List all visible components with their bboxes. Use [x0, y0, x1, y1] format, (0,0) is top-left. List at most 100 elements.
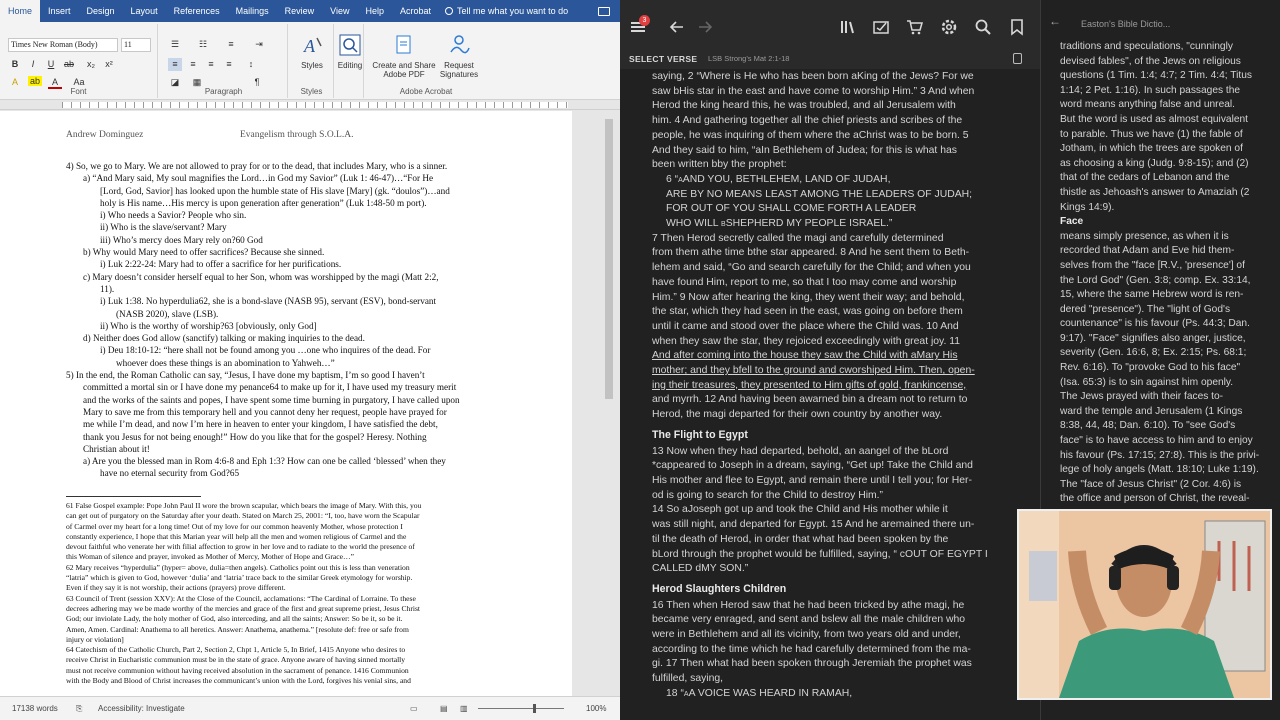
- bible-text[interactable]: saying, 2 “Where is He who has been born…: [652, 70, 1010, 702]
- bookmark-icon[interactable]: [1008, 18, 1026, 36]
- subscript-button[interactable]: x₂: [84, 58, 98, 71]
- italic-button[interactable]: I: [26, 58, 40, 71]
- tab-acrobat[interactable]: Acrobat: [392, 0, 439, 22]
- forward-arrow-icon[interactable]: [696, 18, 714, 36]
- verse-line: was still night, and departed for Egypt.…: [652, 519, 975, 531]
- styles-button[interactable]: A Styles: [296, 34, 328, 70]
- tab-references[interactable]: References: [166, 0, 228, 22]
- dict-line: his favour (Ps. 17:15; 27:8). This is th…: [1060, 449, 1260, 461]
- dict-entry-heading: Face: [1060, 216, 1084, 228]
- bible-toolbar: 3: [620, 0, 1040, 55]
- verse-line: when they saw the star, they rejoiced ex…: [652, 335, 961, 347]
- accessibility-status[interactable]: Accessibility: Investigate: [98, 704, 185, 713]
- web-layout-icon[interactable]: ▥: [460, 704, 468, 713]
- verse-line: and myrrh. 12 And having been awarned bi…: [652, 394, 968, 406]
- svg-text:A: A: [303, 36, 316, 56]
- dict-line: The Jews prayed with their faces to-: [1060, 391, 1224, 403]
- tab-review[interactable]: Review: [277, 0, 323, 22]
- line-spacing-icon[interactable]: ↕: [244, 58, 258, 71]
- lock-icon[interactable]: [1013, 53, 1022, 64]
- bullets-icon[interactable]: ☰: [168, 38, 182, 51]
- verse-line: bLord through the prophet would be fulfi…: [652, 548, 988, 560]
- tell-me-box[interactable]: Tell me what you want to do: [445, 6, 568, 16]
- zoom-level[interactable]: 100%: [586, 704, 606, 713]
- back-arrow-icon[interactable]: [668, 18, 686, 36]
- verse-line: 14 So aJoseph got up and took the Child …: [652, 504, 948, 516]
- focus-icon[interactable]: ▭: [410, 704, 418, 713]
- doc-line: committed a mortal sin or I have done my…: [83, 382, 457, 393]
- tab-view[interactable]: View: [322, 0, 357, 22]
- document-page[interactable]: Andrew Dominguez Evangelism through S.O.…: [0, 111, 572, 696]
- print-layout-icon[interactable]: ▤: [440, 704, 448, 713]
- footnote-line: can get out of purgatory on the Saturday…: [66, 511, 420, 521]
- verse-line: Herod the king heard this, he was troubl…: [652, 100, 956, 112]
- verse-line: 16 Then when Herod saw that he had been …: [652, 599, 965, 611]
- underline-button[interactable]: U: [44, 58, 58, 71]
- document-body[interactable]: 4) So, we go to Mary. We are not allowed…: [66, 160, 506, 480]
- doc-line: a) Are you the blessed man in Rom 4:6-8 …: [83, 456, 446, 467]
- align-right-icon[interactable]: ≡: [204, 58, 218, 71]
- dict-line: severity (Gen. 16:6, 8; Ex. 2:15; Ps. 68…: [1060, 347, 1247, 359]
- dict-line: But the word is used as almost equivalen…: [1060, 113, 1249, 125]
- strikethrough-button[interactable]: ab: [62, 58, 76, 71]
- vertical-scrollbar[interactable]: [572, 111, 620, 696]
- tab-design[interactable]: Design: [79, 0, 123, 22]
- cart-icon[interactable]: [906, 18, 924, 36]
- zoom-slider-knob[interactable]: [533, 704, 536, 713]
- ribbon: Times New Roman (Body) 11 B I U ab x₂ x²…: [0, 22, 620, 100]
- poetry-line: WHO WILL bSHEPHERD MY PEOPLE ISRAEL.”: [666, 218, 893, 230]
- verse-line: saying, 2 “Where is He who has been born…: [652, 71, 974, 82]
- tab-layout[interactable]: Layout: [123, 0, 166, 22]
- multilevel-icon[interactable]: ≡: [224, 38, 238, 51]
- editing-button[interactable]: Editing: [336, 34, 364, 70]
- word-count[interactable]: 17138 words: [12, 704, 58, 713]
- zoom-slider[interactable]: [478, 708, 564, 709]
- create-share-pdf-button[interactable]: Create and Share Adobe PDF: [372, 34, 436, 79]
- font-size-box[interactable]: 11: [121, 38, 151, 52]
- dict-line: (Isa. 65:3) is to sin against him openly…: [1060, 376, 1234, 388]
- align-left-icon[interactable]: ≡: [168, 58, 182, 71]
- verse-line: od is going to search for the Child to d…: [652, 489, 884, 501]
- webcam-overlay: [1017, 509, 1272, 700]
- notes-icon[interactable]: [872, 18, 890, 36]
- doc-line: me while I’m dead, and now I’m here in h…: [83, 419, 438, 430]
- comment-icon[interactable]: [598, 6, 610, 16]
- justify-icon[interactable]: ≡: [222, 58, 236, 71]
- tab-mailings[interactable]: Mailings: [228, 0, 277, 22]
- indent-icon[interactable]: ⇥: [252, 38, 266, 51]
- tab-home[interactable]: Home: [0, 0, 41, 22]
- library-icon[interactable]: [839, 18, 857, 36]
- footnote-line: 62 Mary receives “hyperdulia” (hyper= ab…: [66, 562, 410, 572]
- tab-insert[interactable]: Insert: [40, 0, 79, 22]
- numbering-icon[interactable]: ☷: [196, 38, 210, 51]
- dictionary-title[interactable]: Easton's Bible Dictio...: [1081, 19, 1170, 29]
- highlight-icon[interactable]: ab: [28, 76, 42, 86]
- poetry-line: FOR OUT OF YOU SHALL COME FORTH A LEADER: [666, 203, 917, 215]
- doc-line: c) Mary doesn’t consider herself equal t…: [83, 271, 439, 282]
- settings-icon[interactable]: [940, 18, 958, 36]
- select-verse-label[interactable]: SELECT VERSE: [629, 54, 697, 64]
- back-arrow-icon[interactable]: ←: [1049, 15, 1061, 27]
- dict-line: selves from the "face [R.V., 'presence']…: [1060, 259, 1245, 271]
- ruler: [0, 100, 620, 110]
- search-icon[interactable]: [974, 18, 992, 36]
- align-center-icon[interactable]: ≡: [186, 58, 200, 71]
- doc-line: whoever does these things is an abominat…: [116, 357, 335, 368]
- verse-line: from them athe time bthe star appeared. …: [652, 247, 970, 259]
- verse-line: 7 Then Herod secretly called the magi an…: [652, 232, 944, 244]
- font-name-box[interactable]: Times New Roman (Body): [8, 38, 118, 52]
- request-signatures-button[interactable]: Request Signatures: [436, 34, 482, 79]
- bible-panel: 3 SELECT VERSE LSB Strong's Mat 2:1-18 s…: [620, 0, 1040, 720]
- doc-line: d) Neither does God allow (sanctify) tal…: [83, 333, 365, 344]
- tab-help[interactable]: Help: [358, 0, 393, 22]
- passage-reference[interactable]: LSB Strong's Mat 2:1-18: [708, 54, 789, 63]
- verse-line: His mother and flee to Egypt, and remain…: [652, 474, 972, 486]
- doc-line: and the works of the saints and popes, I…: [83, 394, 460, 405]
- acrobat-group-label: Adobe Acrobat: [399, 87, 453, 96]
- proofing-icon[interactable]: ⎘: [76, 704, 82, 714]
- dict-line: that of the cedars of Lebanon and the: [1060, 172, 1230, 184]
- dictionary-text[interactable]: traditions and speculations, "cunningly …: [1060, 40, 1280, 507]
- bold-button[interactable]: B: [8, 58, 22, 71]
- superscript-button[interactable]: x²: [102, 58, 116, 71]
- verse-line: saw bHis star in the east and have come …: [652, 85, 975, 97]
